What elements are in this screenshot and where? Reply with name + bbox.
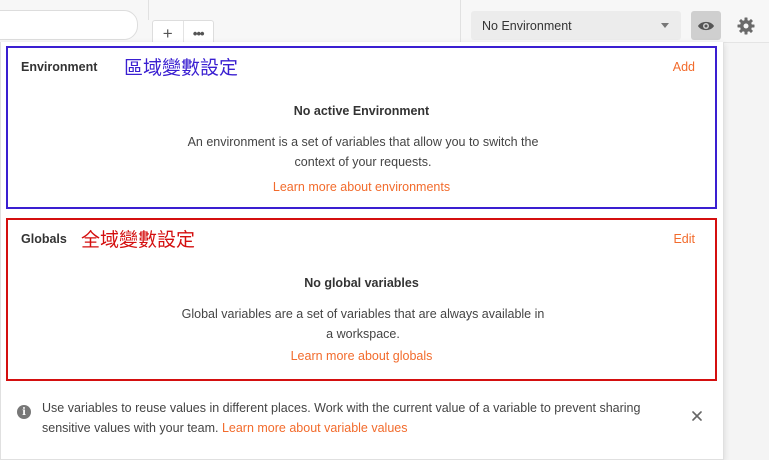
globals-section-title: Globals bbox=[21, 232, 67, 246]
divider bbox=[148, 0, 149, 20]
globals-empty-heading: No global variables bbox=[304, 276, 419, 290]
environment-quick-look-button[interactable] bbox=[691, 11, 721, 40]
environment-select[interactable]: No Environment bbox=[471, 11, 681, 40]
search-input[interactable] bbox=[0, 10, 138, 40]
learn-more-variable-values-link[interactable]: Learn more about variable values bbox=[222, 421, 408, 435]
environment-section: Environment 區域變數設定 Add No active Environ… bbox=[6, 46, 717, 209]
environment-empty-heading: No active Environment bbox=[293, 104, 430, 118]
close-icon bbox=[692, 411, 702, 421]
top-toolbar: + ••• No Environment bbox=[0, 0, 769, 46]
edit-globals-link[interactable]: Edit bbox=[673, 232, 695, 246]
eye-icon bbox=[698, 21, 714, 30]
info-icon: i bbox=[17, 405, 31, 419]
close-banner-button[interactable] bbox=[687, 406, 707, 426]
learn-more-environments-link[interactable]: Learn more about environments bbox=[8, 180, 715, 194]
environment-empty-description: An environment is a set of variables tha… bbox=[187, 135, 539, 169]
globals-annotation: 全域變數設定 bbox=[81, 230, 196, 251]
environment-select-value: No Environment bbox=[482, 18, 572, 33]
variables-info-banner: i Use variables to reuse values in diffe… bbox=[1, 392, 721, 458]
divider bbox=[460, 0, 461, 42]
learn-more-globals-link[interactable]: Learn more about globals bbox=[8, 349, 715, 363]
gear-icon bbox=[737, 17, 755, 34]
globals-empty-description: Global variables are a set of variables … bbox=[181, 307, 545, 341]
caret-down-icon bbox=[661, 23, 669, 28]
environment-quick-look-panel: Environment 區域變數設定 Add No active Environ… bbox=[0, 42, 724, 460]
environment-annotation: 區域變數設定 bbox=[124, 58, 239, 79]
environment-section-title: Environment bbox=[21, 60, 98, 74]
globals-section: Globals 全域變數設定 Edit No global variables … bbox=[6, 218, 717, 381]
add-environment-link[interactable]: Add bbox=[673, 60, 695, 74]
info-message: Use variables to reuse values in differe… bbox=[42, 398, 682, 438]
settings-button[interactable] bbox=[731, 11, 761, 40]
